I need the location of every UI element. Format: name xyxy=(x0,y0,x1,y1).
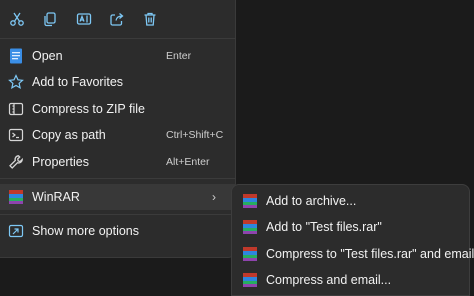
rename-icon xyxy=(76,13,92,25)
shortcut-text: Ctrl+Shift+C xyxy=(166,129,224,141)
menu-item-winrar[interactable]: WinRAR › xyxy=(0,184,236,210)
wrench-icon xyxy=(8,154,24,170)
menu-item-add-to-favorites[interactable]: Add to Favorites xyxy=(0,69,236,95)
share-button[interactable] xyxy=(105,7,129,31)
submenu-item-label: Compress to "Test files.rar" and email xyxy=(266,247,474,261)
separator xyxy=(0,38,236,39)
shortcut-text: Enter xyxy=(166,50,192,62)
winrar-icon xyxy=(242,193,258,209)
path-icon xyxy=(8,127,24,143)
winrar-icon xyxy=(242,219,258,235)
menu-item-label: Properties xyxy=(32,155,89,169)
separator xyxy=(0,214,236,215)
submenu-item-compress-and-email[interactable]: Compress and email... xyxy=(232,268,469,292)
submenu-item-compress-and-email-rar[interactable]: Compress to "Test files.rar" and email xyxy=(232,242,474,266)
menu-item-label: Copy as path xyxy=(32,128,106,142)
menu-item-label: Open xyxy=(32,49,63,63)
star-icon xyxy=(8,74,24,90)
shortcut-text: Alt+Enter xyxy=(166,156,210,168)
share-icon xyxy=(110,13,124,26)
scissors-icon xyxy=(10,12,24,26)
rename-button[interactable] xyxy=(72,7,96,31)
context-menu: Open Enter Add to Favorites Compress to … xyxy=(0,0,236,258)
copy-button[interactable] xyxy=(38,7,62,31)
show-more-icon xyxy=(8,223,24,239)
submenu-item-add-to-archive[interactable]: Add to archive... xyxy=(232,189,469,213)
separator xyxy=(0,178,236,179)
winrar-icon xyxy=(8,189,24,205)
submenu-item-add-to-test-files-rar[interactable]: Add to "Test files.rar" xyxy=(232,215,469,239)
winrar-icon xyxy=(242,272,258,288)
menu-item-properties[interactable]: Properties Alt+Enter xyxy=(0,149,236,175)
menu-item-label: Show more options xyxy=(32,224,140,238)
context-toolbar xyxy=(0,0,236,38)
chevron-right-icon: › xyxy=(212,190,216,204)
trash-icon xyxy=(144,12,156,26)
menu-item-compress-zip[interactable]: Compress to ZIP file xyxy=(0,96,236,122)
delete-button[interactable] xyxy=(138,7,162,31)
winrar-submenu: Add to archive... Add to "Test files.rar… xyxy=(231,184,474,296)
menu-item-label: WinRAR xyxy=(32,190,80,204)
menu-item-copy-as-path[interactable]: Copy as path Ctrl+Shift+C xyxy=(0,122,236,148)
cut-button[interactable] xyxy=(5,7,29,31)
menu-item-label: Compress to ZIP file xyxy=(32,102,146,116)
menu-item-label: Add to Favorites xyxy=(32,75,124,89)
menu-item-open[interactable]: Open Enter xyxy=(0,43,236,69)
copy-icon xyxy=(44,12,56,27)
submenu-item-label: Compress and email... xyxy=(266,273,392,287)
zip-folder-icon xyxy=(8,101,24,117)
submenu-item-label: Add to archive... xyxy=(266,194,357,208)
winrar-icon xyxy=(242,246,258,262)
submenu-item-label: Add to "Test files.rar" xyxy=(266,220,382,234)
menu-item-show-more-options[interactable]: Show more options xyxy=(0,218,236,244)
open-file-icon xyxy=(8,48,24,64)
